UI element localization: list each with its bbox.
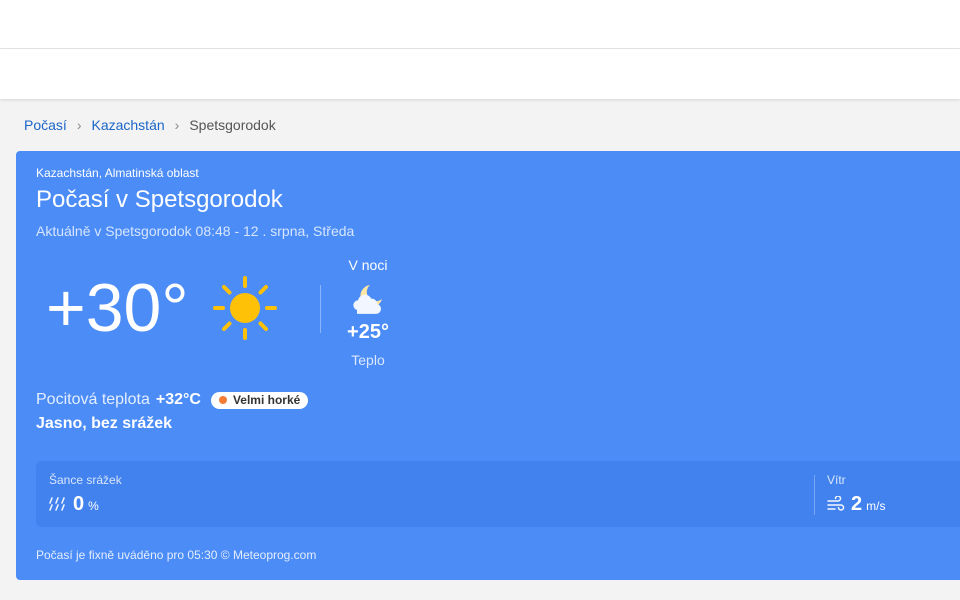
chevron-right-icon: › [174, 117, 180, 133]
moon-cloud-icon [353, 285, 382, 314]
night-forecast: V noci +25° Teplo [328, 257, 408, 368]
top-header [0, 0, 960, 48]
vertical-divider [320, 285, 321, 333]
precipitation-unit: % [88, 499, 99, 513]
wind-label: Vítr [827, 473, 846, 487]
breadcrumb-link-pocasi[interactable]: Počasí [24, 117, 67, 133]
heat-badge-label: Velmi horké [232, 393, 301, 407]
current-temperature: +30° [46, 270, 189, 346]
stats-divider [814, 475, 815, 515]
precipitation-number: 0 [73, 493, 85, 515]
wind-number: 2 [851, 493, 863, 515]
night-temperature: +25° [347, 321, 389, 343]
breadcrumb: Počasí › Kazachstán › Spetsgorodok [24, 115, 276, 135]
feels-like-label: Pocitová teplota [36, 391, 150, 408]
weather-condition: Jasno, bez srážek [36, 415, 173, 432]
page-title: Počasí v Spetsgorodok [36, 186, 283, 213]
sub-header [0, 49, 960, 99]
weather-card: Kazachstán, Almatinská oblast Počasí v S… [16, 151, 960, 580]
chevron-right-icon: › [76, 117, 82, 133]
wind-value: 2 m/s [851, 493, 885, 516]
footer-note: Počasí je fixně uváděno pro 05:30 © Mete… [36, 548, 317, 562]
breadcrumb-link-kazachstan[interactable]: Kazachstán [91, 117, 164, 133]
night-description: Teplo [351, 352, 385, 368]
precipitation-value: 0 % [73, 493, 99, 516]
region-label: Kazachstán, Almatinská oblast [36, 166, 199, 180]
wind-unit: m/s [866, 499, 886, 513]
heat-dot-icon [218, 396, 227, 404]
feels-like: Pocitová teplota +32°C Velmi horké [36, 391, 309, 409]
stats-panel: Šance srážek 0 % Vítr 2 m/s [36, 461, 960, 527]
rain-icon [49, 497, 65, 511]
precipitation-label: Šance srážek [49, 473, 122, 487]
sun-icon [213, 276, 277, 340]
feels-like-value: +32°C [155, 391, 201, 408]
breadcrumb-current: Spetsgorodok [189, 117, 276, 133]
updated-time: Aktuálně v Spetsgorodok 08:48 - 12 . srp… [36, 223, 355, 239]
heat-badge: Velmi horké [210, 391, 309, 409]
wind-icon [827, 496, 845, 511]
night-label: V noci [348, 257, 388, 273]
